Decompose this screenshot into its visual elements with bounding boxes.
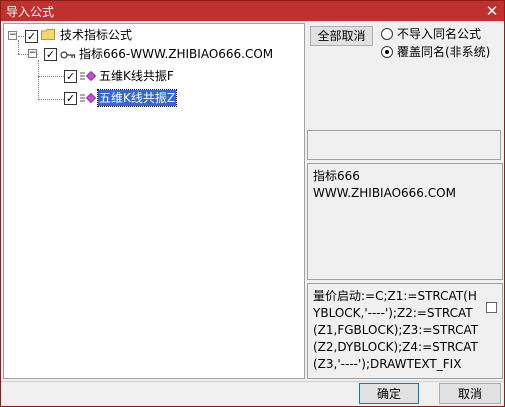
root-collapse-toggle[interactable]: − — [8, 31, 17, 40]
leaf-checkbox[interactable]: ✓ — [64, 70, 77, 83]
formula-gem-icon — [86, 71, 96, 81]
key-icon — [60, 51, 76, 59]
window-title: 导入公式 — [6, 5, 55, 19]
close-icon[interactable]: ✕ — [484, 1, 500, 21]
formula-checkbox[interactable] — [486, 302, 497, 313]
title-bar[interactable]: 导入公式 ✕ — [1, 1, 504, 21]
tree-node-child-label[interactable]: 指标666-WWW.ZHIBIAO666.COM — [79, 46, 273, 62]
tree-node-leaf-label[interactable]: 五维K线共振F — [99, 68, 174, 84]
info-field — [307, 130, 501, 160]
radio-overwrite[interactable] — [381, 46, 393, 58]
tree-connector — [18, 36, 24, 37]
radio-overwrite-label[interactable]: 覆盖同名(非系统) — [397, 45, 490, 59]
description-line: WWW.ZHIBIAO666.COM — [313, 186, 456, 200]
tree-connector — [38, 60, 39, 100]
formula-tree[interactable]: − ✓ 技术指标公式 − ✓ 指标666-WWW.ZHIBIAO666.COM … — [3, 23, 305, 379]
description-line: 指标666 — [313, 169, 360, 183]
tree-connector — [38, 99, 64, 100]
tree-connector — [38, 76, 64, 77]
tree-node-leaf-label-selected[interactable]: 五维K线共振Z — [96, 89, 178, 107]
folder-icon — [41, 29, 55, 40]
ok-button[interactable]: 确定 — [359, 383, 419, 404]
radio-no-import[interactable] — [381, 28, 393, 40]
formula-preview-box: 量价启动:=C;Z1:=STRCAT(HYBLOCK,'----');Z2:=S… — [307, 283, 503, 379]
cancel-button[interactable]: 取消 — [439, 383, 501, 404]
footer-divider — [1, 381, 504, 382]
description-box: 指标666 WWW.ZHIBIAO666.COM — [307, 163, 503, 280]
tree-node-root-label[interactable]: 技术指标公式 — [60, 27, 132, 43]
formula-text: 量价启动:=C;Z1:=STRCAT(HYBLOCK,'----');Z2:=S… — [313, 289, 479, 371]
child-checkbox[interactable]: ✓ — [44, 48, 57, 61]
tree-connector — [18, 40, 19, 54]
formula-gem-icon — [86, 93, 96, 103]
leaf-checkbox[interactable]: ✓ — [64, 92, 77, 105]
radio-no-import-label[interactable]: 不导入同名公式 — [397, 27, 481, 41]
import-formula-dialog: 导入公式 ✕ − ✓ 技术指标公式 − ✓ 指标666-WWW.ZHIBIAO6… — [0, 0, 505, 407]
child-collapse-toggle[interactable]: − — [28, 49, 37, 58]
deselect-all-button[interactable]: 全部取消 — [310, 26, 373, 46]
root-checkbox[interactable]: ✓ — [25, 30, 38, 43]
